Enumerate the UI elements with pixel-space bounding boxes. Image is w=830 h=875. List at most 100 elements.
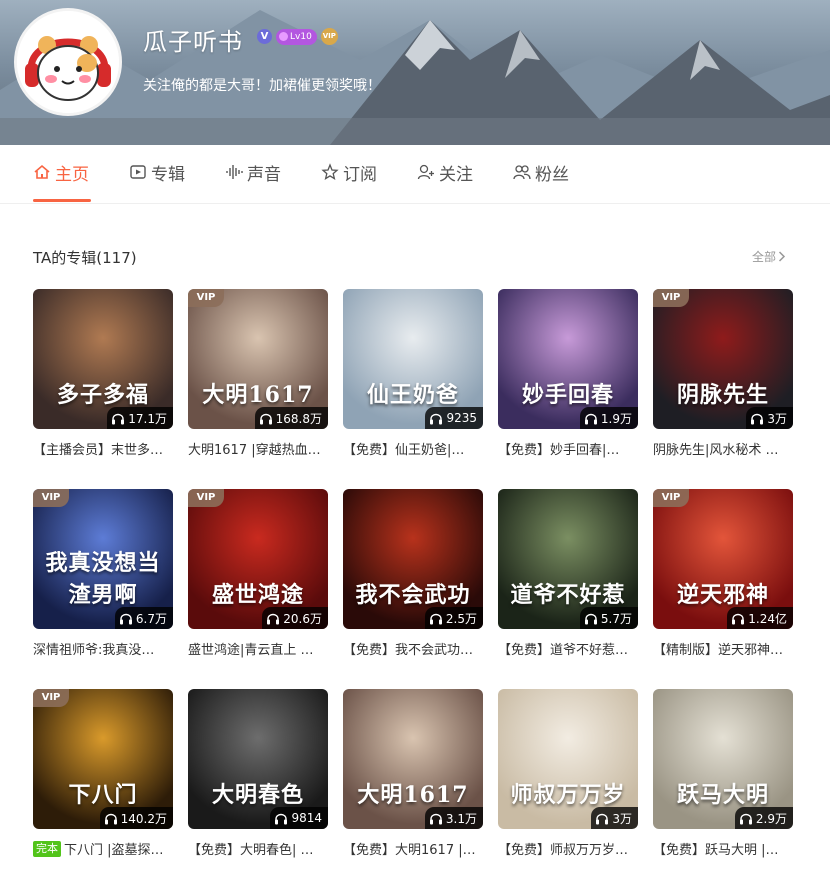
play-count-value: 5.7万	[600, 611, 632, 626]
album-cover-title: 师叔万万岁	[510, 782, 626, 808]
tab-subscriptions[interactable]: 订阅	[321, 160, 377, 202]
album-cover[interactable]: 大明春色 9814	[188, 689, 328, 829]
album-card[interactable]: 师叔万万岁 3万【免费】师叔万万岁…	[498, 689, 638, 858]
album-cover[interactable]: 我不会武功 2.5万	[343, 489, 483, 629]
play-count: 3万	[591, 807, 638, 829]
user-badges: V Lv10 VIP	[257, 28, 338, 45]
add-user-icon	[417, 164, 434, 180]
album-cover[interactable]: 道爷不好惹 5.7万	[498, 489, 638, 629]
user-name: 瓜子听书	[143, 28, 243, 56]
album-title-row[interactable]: 【免费】我不会武功…	[343, 639, 483, 658]
vip-tag: VIP	[653, 489, 689, 507]
vip-tag: VIP	[188, 289, 224, 307]
tab-home[interactable]: 主页	[33, 160, 91, 202]
album-cover[interactable]: 大明1617 VIP 168.8万	[188, 289, 328, 429]
album-card[interactable]: 跃马大明 2.9万【免费】跃马大明 |…	[653, 689, 793, 858]
album-card[interactable]: 大明1617 VIP 168.8万大明1617 |穿越热血…	[188, 289, 328, 458]
play-count: 9814	[270, 807, 328, 829]
play-count: 3.1万	[424, 807, 483, 829]
headphones-icon	[267, 613, 280, 624]
album-cover[interactable]: 师叔万万岁 3万	[498, 689, 638, 829]
album-card[interactable]: 盛世鸿途 VIP 20.6万盛世鸿途|青云直上 …	[188, 489, 328, 658]
play-count-value: 140.2万	[120, 811, 167, 826]
album-title: 【主播会员】末世多子多福…	[33, 443, 173, 458]
play-count-value: 168.8万	[275, 411, 322, 426]
album-title-row[interactable]: 【精制版】逆天邪神…	[653, 639, 793, 658]
chevron-right-icon	[778, 251, 786, 262]
headphones-icon	[112, 413, 125, 424]
album-title: 【免费】跃马大明 |…	[653, 843, 779, 858]
play-count: 1.24亿	[727, 607, 793, 629]
album-title-row[interactable]: 完本 下八门 |盗墓探…	[33, 839, 173, 858]
album-cover-title: 大明1617	[202, 382, 314, 408]
headphones-icon	[430, 413, 443, 424]
album-title: 阴脉先生|风水秘术 …	[653, 443, 779, 458]
album-title-row[interactable]: 【免费】大明春色| …	[188, 839, 328, 858]
album-card[interactable]: 大明春色 9814 【免费】大明春色| …	[188, 689, 328, 858]
album-cover[interactable]: 盛世鸿途 VIP 20.6万	[188, 489, 328, 629]
play-count-value: 3万	[767, 411, 787, 426]
album-card[interactable]: 大明1617 3.1万【免费】大明1617 |…	[343, 689, 483, 858]
album-cover[interactable]: 多子多福 17.1万	[33, 289, 173, 429]
album-title: 【免费】我不会武功…	[343, 643, 474, 658]
album-title-row[interactable]: 【免费】跃马大明 |…	[653, 839, 793, 858]
album-card[interactable]: 多子多福 17.1万【主播会员】末世多子多福…	[33, 289, 173, 458]
album-title: 【免费】道爷不好惹…	[498, 643, 629, 658]
album-cover[interactable]: 仙王奶爸 9235	[343, 289, 483, 429]
album-title-row[interactable]: 【免费】大明1617 |…	[343, 839, 483, 858]
vip-tag: VIP	[33, 689, 69, 707]
album-cover-title: 盛世鸿途	[211, 582, 304, 608]
album-title-row[interactable]: 盛世鸿途|青云直上 …	[188, 639, 328, 658]
play-count: 17.1万	[107, 407, 173, 429]
album-title: 下八门 |盗墓探…	[64, 843, 164, 858]
profile-banner: 瓜子听书 V Lv10 VIP 关注俺的都是大哥！加裙催更领奖哦！	[0, 0, 830, 145]
album-cover-title: 阴脉先生	[676, 382, 769, 408]
tab-label: 主页	[55, 165, 89, 185]
album-title-row[interactable]: 深情祖师爷:我真没…	[33, 639, 173, 658]
album-title: 深情祖师爷:我真没…	[33, 643, 155, 658]
album-title-row[interactable]: 【免费】仙王奶爸|…	[343, 439, 483, 458]
album-cover[interactable]: 妙手回春 1.9万	[498, 289, 638, 429]
view-all-link[interactable]: 全部	[752, 248, 786, 265]
album-title-row[interactable]: 阴脉先生|风水秘术 …	[653, 439, 793, 458]
album-cover[interactable]: 逆天邪神 VIP 1.24亿	[653, 489, 793, 629]
tab-albums[interactable]: 专辑	[129, 160, 185, 202]
album-card[interactable]: 妙手回春 1.9万【免费】妙手回春|…	[498, 289, 638, 458]
album-title-row[interactable]: 【免费】道爷不好惹…	[498, 639, 638, 658]
album-title-row[interactable]: 【免费】妙手回春|…	[498, 439, 638, 458]
album-cover[interactable]: 跃马大明 2.9万	[653, 689, 793, 829]
headphones-icon	[751, 413, 764, 424]
album-title-row[interactable]: 【免费】师叔万万岁…	[498, 839, 638, 858]
album-cover[interactable]: 阴脉先生 VIP 3万	[653, 289, 793, 429]
headphones-icon	[119, 613, 132, 624]
level-badge[interactable]: Lv10	[276, 28, 317, 45]
mountain-background	[0, 10, 830, 145]
album-card[interactable]: 我真没想当渣男啊 VIP 6.7万深情祖师爷:我真没…	[33, 489, 173, 658]
play-count: 6.7万	[114, 607, 173, 629]
album-card[interactable]: 道爷不好惹 5.7万【免费】道爷不好惹…	[498, 489, 638, 658]
headphones-icon	[596, 813, 609, 824]
play-count-value: 17.1万	[128, 411, 167, 426]
album-card[interactable]: 我不会武功 2.5万【免费】我不会武功…	[343, 489, 483, 658]
album-title-row[interactable]: 【主播会员】末世多子多福…	[33, 439, 173, 458]
album-card[interactable]: 下八门 VIP 140.2万 完本 下八门 |盗墓探…	[33, 689, 173, 858]
album-card[interactable]: 逆天邪神 VIP 1.24亿 【精制版】逆天邪神…	[653, 489, 793, 658]
album-title: 大明1617 |穿越热血…	[188, 443, 321, 458]
tab-following[interactable]: 关注	[417, 160, 473, 202]
album-title-row[interactable]: 大明1617 |穿越热血…	[188, 439, 328, 458]
tab-sounds[interactable]: 声音	[225, 160, 281, 202]
user-avatar[interactable]	[14, 8, 122, 116]
headphones-icon	[104, 813, 117, 824]
tab-label: 粉丝	[535, 165, 569, 185]
album-cover[interactable]: 大明1617 3.1万	[343, 689, 483, 829]
album-card[interactable]: 仙王奶爸 9235 【免费】仙王奶爸|…	[343, 289, 483, 458]
vip-badge-icon[interactable]: VIP	[320, 28, 338, 45]
headphones-icon	[429, 813, 442, 824]
play-count-value: 3万	[612, 811, 632, 826]
album-title: 【精制版】逆天邪神…	[653, 643, 784, 658]
album-cover-title: 大明1617	[357, 782, 469, 808]
album-cover[interactable]: 我真没想当渣男啊 VIP 6.7万	[33, 489, 173, 629]
tab-fans[interactable]: 粉丝	[513, 160, 569, 202]
album-card[interactable]: 阴脉先生 VIP 3万阴脉先生|风水秘术 …	[653, 289, 793, 458]
album-cover[interactable]: 下八门 VIP 140.2万	[33, 689, 173, 829]
